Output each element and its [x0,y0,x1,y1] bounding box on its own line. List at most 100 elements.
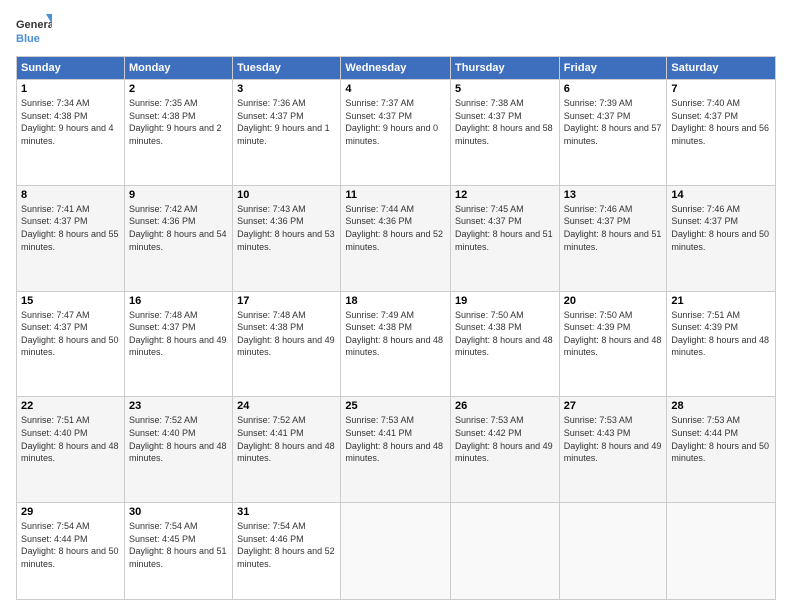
day-info: Sunrise: 7:53 AMSunset: 4:41 PMDaylight:… [345,414,446,464]
day-info: Sunrise: 7:46 AMSunset: 4:37 PMDaylight:… [671,203,771,253]
sunrise-label: Sunrise: 7:40 AM [671,98,740,108]
day-cell: 5Sunrise: 7:38 AMSunset: 4:37 PMDaylight… [451,80,560,186]
daylight-label: Daylight: 8 hours and 48 minutes. [129,441,227,464]
day-info: Sunrise: 7:50 AMSunset: 4:39 PMDaylight:… [564,309,663,359]
daylight-label: Daylight: 9 hours and 4 minutes. [21,123,114,146]
day-cell: 12Sunrise: 7:45 AMSunset: 4:37 PMDayligh… [451,185,560,291]
day-number: 29 [21,506,120,518]
sunset-label: Sunset: 4:37 PM [21,322,88,332]
sunset-label: Sunset: 4:40 PM [129,428,196,438]
sunrise-label: Sunrise: 7:45 AM [455,204,524,214]
day-info: Sunrise: 7:53 AMSunset: 4:43 PMDaylight:… [564,414,663,464]
page: General Blue SundayMondayTuesdayWednesda… [0,0,792,612]
sunset-label: Sunset: 4:37 PM [129,322,196,332]
day-info: Sunrise: 7:34 AMSunset: 4:38 PMDaylight:… [21,97,120,147]
logo-container: General Blue [16,12,52,48]
daylight-label: Daylight: 9 hours and 0 minutes. [345,123,438,146]
day-header-wednesday: Wednesday [341,57,451,80]
sunrise-label: Sunrise: 7:47 AM [21,310,90,320]
day-number: 6 [564,83,663,95]
sunrise-label: Sunrise: 7:51 AM [671,310,740,320]
day-header-friday: Friday [559,57,667,80]
day-cell: 20Sunrise: 7:50 AMSunset: 4:39 PMDayligh… [559,291,667,397]
day-info: Sunrise: 7:54 AMSunset: 4:46 PMDaylight:… [237,520,336,570]
sunset-label: Sunset: 4:41 PM [237,428,304,438]
daylight-label: Daylight: 9 hours and 2 minutes. [129,123,222,146]
daylight-label: Daylight: 8 hours and 50 minutes. [21,546,119,569]
daylight-label: Daylight: 8 hours and 50 minutes. [671,441,769,464]
day-info: Sunrise: 7:38 AMSunset: 4:37 PMDaylight:… [455,97,555,147]
sunrise-label: Sunrise: 7:53 AM [345,415,414,425]
day-number: 27 [564,400,663,412]
day-info: Sunrise: 7:43 AMSunset: 4:36 PMDaylight:… [237,203,336,253]
day-info: Sunrise: 7:48 AMSunset: 4:37 PMDaylight:… [129,309,228,359]
day-number: 9 [129,189,228,201]
day-info: Sunrise: 7:53 AMSunset: 4:42 PMDaylight:… [455,414,555,464]
daylight-label: Daylight: 8 hours and 56 minutes. [671,123,769,146]
sunrise-label: Sunrise: 7:54 AM [237,521,306,531]
day-cell: 31 Sunrise: 7:54 AMSunset: 4:46 PMDayligh… [233,503,341,600]
logo: General Blue [16,12,52,48]
daylight-label: Daylight: 8 hours and 48 minutes. [237,441,335,464]
day-cell: 15Sunrise: 7:47 AMSunset: 4:37 PMDayligh… [17,291,125,397]
sunrise-label: Sunrise: 7:53 AM [564,415,633,425]
day-number: 31 [237,506,336,518]
sunrise-label: Sunrise: 7:39 AM [564,98,633,108]
day-cell: 2Sunrise: 7:35 AMSunset: 4:38 PMDaylight… [124,80,232,186]
sunrise-label: Sunrise: 7:51 AM [21,415,90,425]
day-number: 11 [345,189,446,201]
sunset-label: Sunset: 4:37 PM [671,111,738,121]
sunrise-label: Sunrise: 7:35 AM [129,98,198,108]
daylight-label: Daylight: 8 hours and 51 minutes. [129,546,227,569]
sunset-label: Sunset: 4:38 PM [129,111,196,121]
day-info: Sunrise: 7:51 AMSunset: 4:39 PMDaylight:… [671,309,771,359]
day-cell: 3Sunrise: 7:36 AMSunset: 4:37 PMDaylight… [233,80,341,186]
day-cell: 14Sunrise: 7:46 AMSunset: 4:37 PMDayligh… [667,185,776,291]
day-info: Sunrise: 7:53 AMSunset: 4:44 PMDaylight:… [671,414,771,464]
day-cell: 27 Sunrise: 7:53 AMSunset: 4:43 PMDayligh… [559,397,667,503]
day-number: 3 [237,83,336,95]
day-number: 24 [237,400,336,412]
day-number: 7 [671,83,771,95]
sunrise-label: Sunrise: 7:46 AM [564,204,633,214]
week-row-1: 1Sunrise: 7:34 AMSunset: 4:38 PMDaylight… [17,80,776,186]
day-number: 30 [129,506,228,518]
day-info: Sunrise: 7:52 AM Sunset: 4:40 PM Daylight:… [129,414,228,464]
sunset-label: Sunset: 4:38 PM [237,322,304,332]
day-info: Sunrise: 7:52 AMSunset: 4:41 PMDaylight:… [237,414,336,464]
sunrise-label: Sunrise: 7:46 AM [671,204,740,214]
sunrise-label: Sunrise: 7:52 AM [129,415,198,425]
day-cell: 10Sunrise: 7:43 AMSunset: 4:36 PMDayligh… [233,185,341,291]
day-info: Sunrise: 7:49 AMSunset: 4:38 PMDaylight:… [345,309,446,359]
day-number: 1 [21,83,120,95]
day-cell [341,503,451,600]
sunrise-label: Sunrise: 7:50 AM [564,310,633,320]
daylight-label: Daylight: 8 hours and 53 minutes. [237,229,335,252]
day-number: 28 [671,400,771,412]
sunset-label: Sunset: 4:37 PM [671,216,738,226]
sunset-label: Sunset: 4:39 PM [564,322,631,332]
day-info: Sunrise: 7:54 AMSunset: 4:45 PMDaylight:… [129,520,228,570]
sunrise-label: Sunrise: 7:50 AM [455,310,524,320]
day-cell: 22Sunrise: 7:51 AMSunset: 4:40 PMDayligh… [17,397,125,503]
daylight-label: Daylight: 8 hours and 48 minutes. [345,335,443,358]
daylight-label: Daylight: 8 hours and 49 minutes. [564,441,662,464]
day-cell: 18Sunrise: 7:49 AMSunset: 4:38 PMDayligh… [341,291,451,397]
day-cell [667,503,776,600]
day-cell: 4Sunrise: 7:37 AMSunset: 4:37 PMDaylight… [341,80,451,186]
daylight-label: Daylight: 8 hours and 51 minutes. [455,229,553,252]
day-number: 23 [129,400,228,412]
sunrise-label: Sunrise: 7:43 AM [237,204,306,214]
day-info: Sunrise: 7:47 AMSunset: 4:37 PMDaylight:… [21,309,120,359]
daylight-label: Daylight: 8 hours and 57 minutes. [564,123,662,146]
day-number: 17 [237,295,336,307]
sunrise-label: Sunrise: 7:34 AM [21,98,90,108]
daylight-label: Daylight: 8 hours and 49 minutes. [237,335,335,358]
daylight-label: Daylight: 8 hours and 51 minutes. [564,229,662,252]
sunrise-label: Sunrise: 7:36 AM [237,98,306,108]
day-cell: 24 Sunrise: 7:52 AMSunset: 4:41 PMDayligh… [233,397,341,503]
sunset-label: Sunset: 4:37 PM [21,216,88,226]
day-number: 8 [21,189,120,201]
day-number: 19 [455,295,555,307]
daylight-label: Daylight: 8 hours and 55 minutes. [21,229,119,252]
